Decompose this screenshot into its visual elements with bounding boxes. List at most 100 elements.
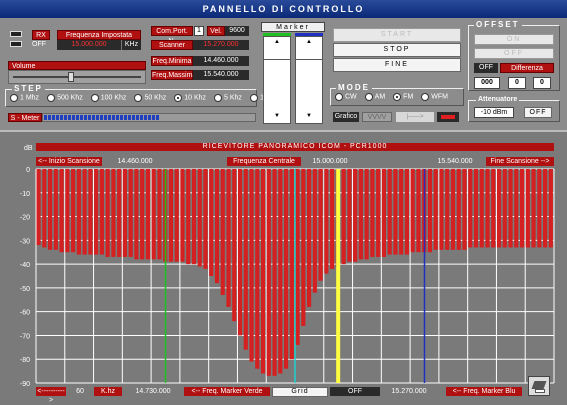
offset-value-3[interactable]: 0: [533, 77, 551, 89]
fine-button[interactable]: FINE: [333, 58, 461, 72]
step-option[interactable]: 500 Khz: [47, 94, 83, 102]
radio-button[interactable]: [335, 93, 343, 101]
spectrum-bar: [514, 169, 519, 248]
spectrum-bar: [519, 169, 525, 248]
radio-button[interactable]: [47, 94, 56, 102]
volume-slider[interactable]: [8, 70, 146, 84]
step-option[interactable]: 50 Khz: [134, 94, 166, 102]
spectrum-bar: [301, 169, 306, 326]
radio-button[interactable]: [393, 93, 402, 101]
offset-off-button[interactable]: OFF: [474, 48, 554, 59]
attenuator-off-button[interactable]: OFF: [524, 107, 552, 118]
scroll-down-icon[interactable]: ▼: [306, 113, 312, 119]
grid-state: OFF: [330, 387, 380, 396]
freq-min-value[interactable]: 14.460.000: [193, 56, 249, 66]
spectrum-bar: [151, 169, 156, 260]
spectrum-bar: [353, 169, 358, 262]
spectrum-bar: [278, 169, 283, 374]
radio-button[interactable]: [364, 93, 373, 101]
spectrum-bar: [491, 169, 496, 248]
comport-label: Com.Port. N.: [151, 26, 193, 45]
freq-min-label: Freq.Minima: [151, 56, 193, 66]
spectrum-bar: [410, 169, 415, 253]
radio-button[interactable]: [214, 94, 223, 102]
scroll-down-icon[interactable]: ▼: [274, 113, 280, 119]
mode-option-label: AM: [374, 93, 386, 101]
spectrum-bar: [220, 169, 225, 296]
rx-switch[interactable]: [10, 31, 22, 37]
spectrum-bar: [122, 169, 127, 257]
mode-options: CW AM FM WFM: [335, 93, 461, 103]
spectrum-chart: dB 0 -10 -20 -30 -40 -50 -60 -70 -80 -90: [20, 145, 555, 388]
step-option-label: 5 Khz: [224, 94, 242, 102]
spectrum-bar: [186, 169, 191, 265]
volume-thumb[interactable]: [67, 72, 74, 82]
spectrum-bar: [255, 169, 260, 369]
mode-option[interactable]: FM: [393, 93, 413, 101]
spectrum-bar: [203, 169, 208, 269]
scroll-up-icon[interactable]: ▲: [306, 39, 312, 45]
marker-green-scrollbar[interactable]: ▲ ▼: [263, 36, 291, 124]
frequency-label: Frequenza Impostata: [57, 30, 141, 40]
off-switch[interactable]: [10, 41, 22, 47]
attenuator-title: Attenuatore: [476, 96, 520, 103]
radio-button[interactable]: [10, 94, 18, 102]
spectrum-bar: [479, 169, 484, 248]
spectrum-bar: [295, 169, 300, 345]
volume-label: Volume: [8, 61, 146, 70]
spectrum-bar: [468, 169, 473, 248]
offset-on-button[interactable]: ON: [474, 34, 554, 45]
radio-button[interactable]: [249, 94, 258, 102]
spectrum-bar: [243, 169, 248, 350]
spectrum-bar: [445, 169, 450, 250]
scroll-up-icon[interactable]: ▲: [274, 39, 280, 45]
step-option[interactable]: 10 Khz: [174, 94, 206, 102]
step-value: 60: [76, 388, 84, 395]
spectrum-bar: [237, 169, 243, 336]
spectrum-bar: [272, 169, 277, 376]
spectrum-bar: [485, 169, 490, 248]
attenuator-value[interactable]: -10 dBm: [474, 107, 514, 118]
spectrum-bar: [341, 169, 346, 265]
window-title: PANNELLO DI CONTROLLO: [202, 4, 365, 14]
offset-diff-label: Differenza: [500, 63, 554, 73]
stop-button[interactable]: STOP: [333, 43, 461, 57]
print-icon[interactable]: [528, 376, 550, 396]
radio-button[interactable]: [90, 94, 99, 102]
vel-value[interactable]: 9600: [225, 26, 249, 36]
step-option[interactable]: 100 Khz: [90, 94, 126, 102]
offset-value-1[interactable]: 000: [474, 77, 500, 89]
comport-value[interactable]: 1: [194, 26, 204, 36]
marker-blue-scrollbar[interactable]: ▲ ▼: [295, 36, 323, 124]
start-button[interactable]: START: [333, 28, 461, 42]
offset-value-2[interactable]: 0: [508, 77, 526, 89]
radio-button[interactable]: [134, 94, 143, 102]
spectrum-bar: [508, 169, 513, 248]
spectrum-bar: [53, 169, 58, 250]
grafico-range: |------>: [396, 112, 434, 122]
step-option[interactable]: 5 Khz: [214, 94, 242, 102]
freq-max-value[interactable]: 15.540.000: [193, 70, 249, 80]
grid-toggle-button[interactable]: Grid: [272, 387, 328, 397]
spectrum-bar: [168, 169, 174, 262]
smeter-bar: [42, 113, 256, 122]
volume-track: [13, 76, 141, 78]
spectrum-bar: [42, 169, 47, 248]
spectrum-bar: [214, 169, 220, 284]
green-marker-label: <-- Freq. Marker Verde: [184, 387, 270, 396]
y-tick-label: 0: [26, 167, 30, 174]
radio-button[interactable]: [421, 93, 430, 101]
mode-option[interactable]: CW: [335, 93, 357, 101]
blue-marker-freq: 15.270.000: [391, 388, 427, 395]
grafico-value[interactable]: VVVV: [362, 112, 392, 122]
spectrum-bar: [358, 169, 363, 260]
radio-button[interactable]: [174, 94, 183, 102]
spectrum-bar: [399, 169, 404, 255]
spectrum-bar: [548, 169, 553, 248]
step-option[interactable]: 1 Mhz: [10, 94, 39, 102]
off-label: OFF: [32, 41, 46, 48]
mode-option-label: WFM: [431, 93, 448, 101]
mode-option[interactable]: AM: [364, 93, 386, 101]
mode-option[interactable]: WFM: [421, 93, 448, 101]
y-tick-label: -60: [20, 310, 30, 317]
